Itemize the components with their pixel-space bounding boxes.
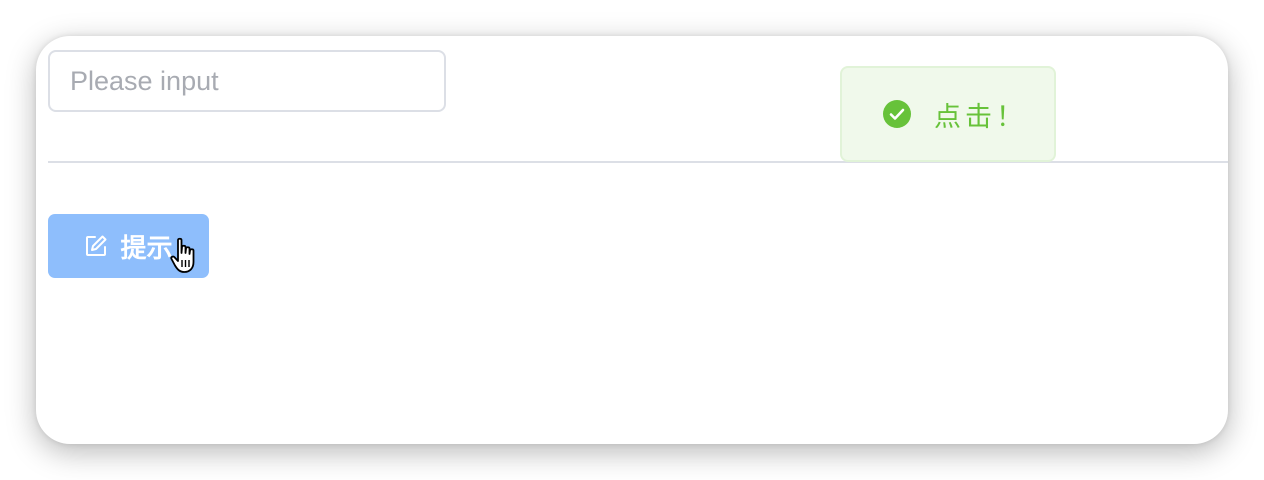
- text-input[interactable]: [48, 50, 446, 112]
- hint-button[interactable]: 提示: [48, 214, 209, 278]
- demo-window: 提示 点击！: [36, 36, 1228, 444]
- success-message: 点击！: [840, 66, 1056, 162]
- success-message-text: 点击！: [934, 101, 1027, 133]
- edit-icon: [84, 234, 108, 258]
- hint-button-label: 提示: [120, 233, 173, 264]
- success-check-icon: [882, 99, 912, 129]
